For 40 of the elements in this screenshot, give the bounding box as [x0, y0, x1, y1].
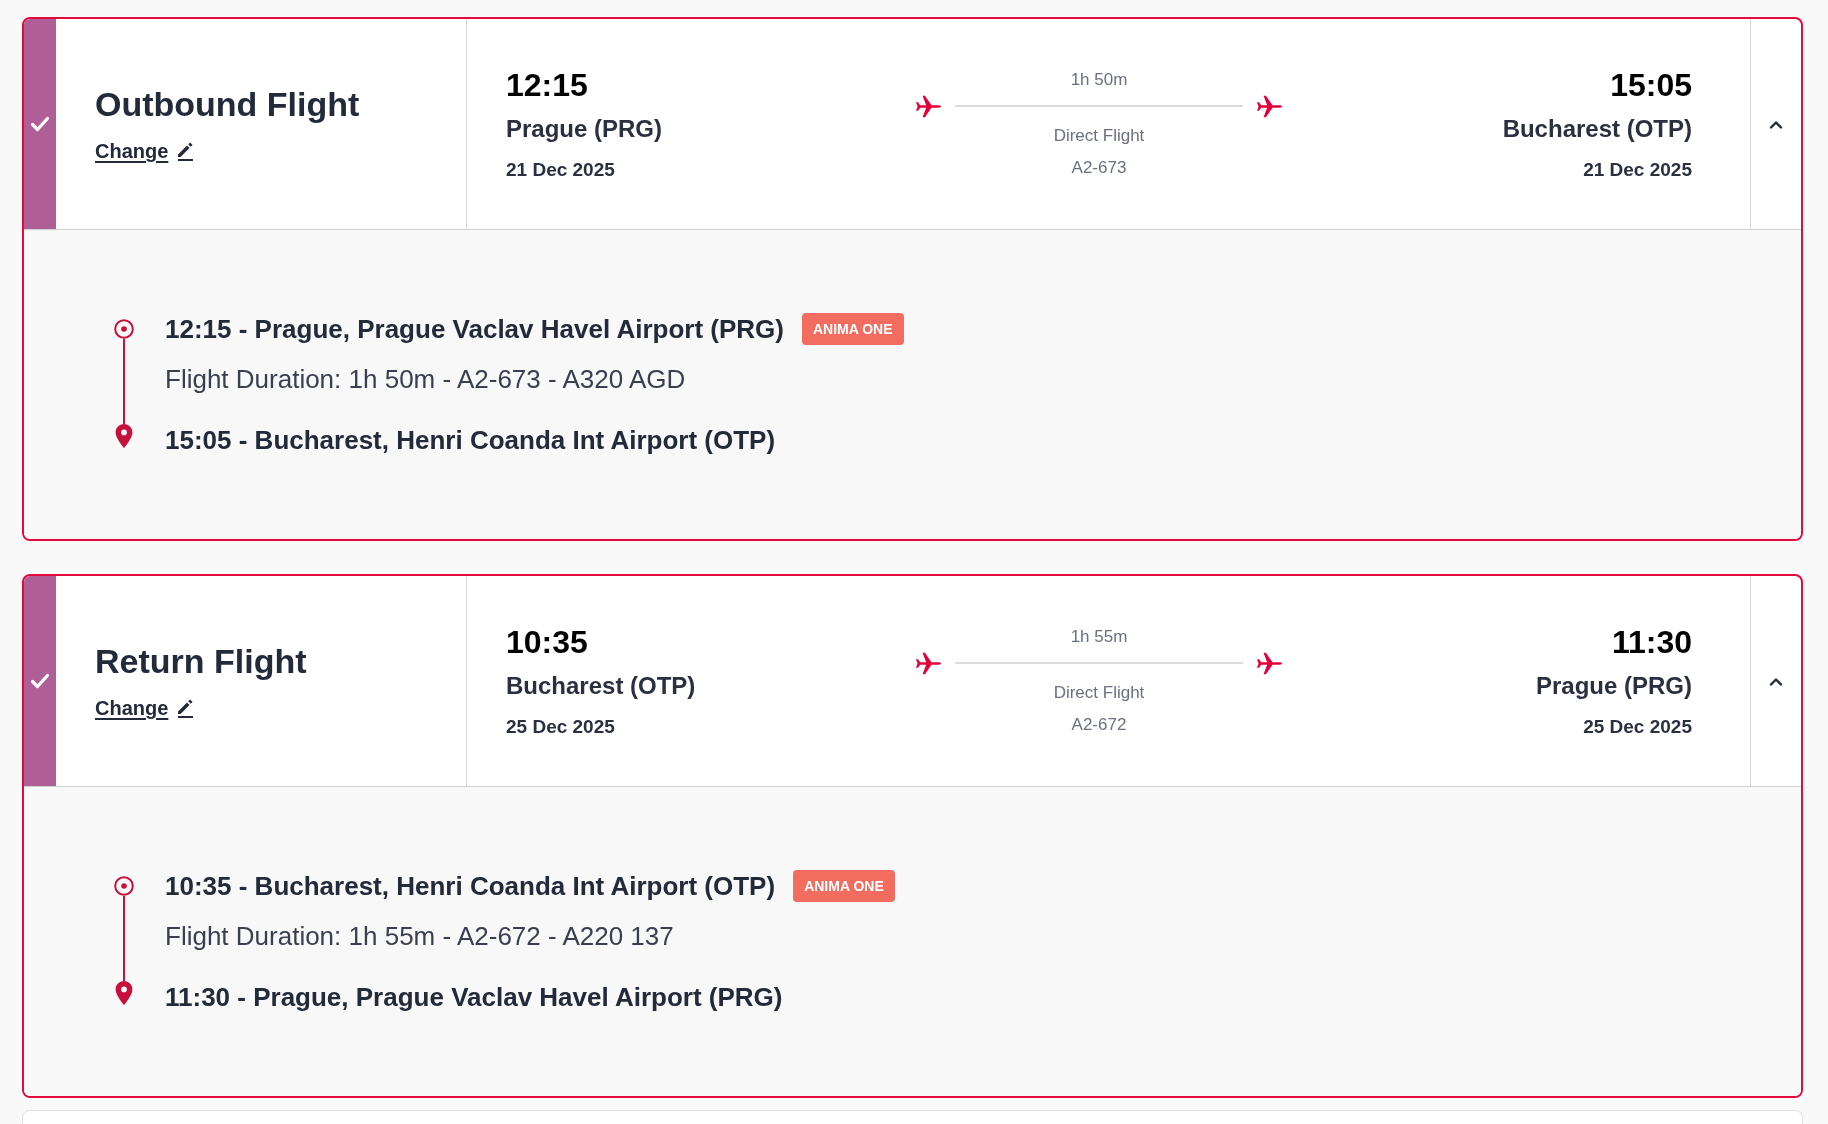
- stops-label: Direct Flight: [1053, 125, 1145, 147]
- departure-time: 12:15: [506, 66, 588, 104]
- origin-stop: 10:35 - Bucharest, Henri Coanda Int Airport (OTP): [165, 870, 776, 903]
- flight-duration: 1h 55m: [1070, 626, 1128, 648]
- airplane-icon: [1257, 93, 1282, 119]
- arrival-date: 25 Dec 2025: [1583, 715, 1692, 739]
- flight-info: Flight Duration: 1h 55m - A2-672 - A220 137: [165, 920, 674, 953]
- fare-badge: ANIMA ONE: [793, 870, 895, 902]
- change-link[interactable]: Change: [95, 695, 195, 721]
- flight-info: Flight Duration: 1h 50m - A2-673 - A320 AGD: [165, 363, 686, 396]
- departure-city: Prague (PRG): [506, 114, 663, 144]
- caret-up-icon[interactable]: [1769, 676, 1783, 686]
- arrival-city: Prague (PRG): [1535, 671, 1692, 701]
- arrival-city: Bucharest (OTP): [1502, 114, 1692, 144]
- departure-date: 25 Dec 2025: [506, 715, 615, 739]
- origin-stop: 12:15 - Prague, Prague Vaclav Havel Airport (PRG): [165, 313, 784, 346]
- arrival-date: 21 Dec 2025: [1583, 158, 1692, 182]
- departure-date: 21 Dec 2025: [506, 158, 615, 182]
- pencil-icon: [177, 698, 195, 718]
- flight-title: Return Flight: [95, 641, 307, 681]
- flight-number: A2-673: [1071, 157, 1127, 179]
- destination-stop: 11:30 - Prague, Prague Vaclav Havel Airport (PRG): [165, 981, 783, 1014]
- check-icon: [30, 673, 50, 689]
- flight-title: Outbound Flight: [95, 84, 360, 124]
- airplane-icon: [916, 650, 941, 676]
- destination-stop: 15:05 - Bucharest, Henri Coanda Int Airport (OTP): [165, 424, 776, 457]
- departure-time: 10:35: [506, 623, 588, 661]
- flight-duration: 1h 50m: [1070, 69, 1128, 91]
- arrival-time: 15:05: [1610, 66, 1692, 104]
- departure-city: Bucharest (OTP): [506, 671, 696, 701]
- arrival-time: 11:30: [1611, 623, 1692, 661]
- flight-number: A2-672: [1071, 714, 1127, 736]
- check-icon: [30, 116, 50, 132]
- change-link[interactable]: Change: [95, 138, 195, 164]
- stops-label: Direct Flight: [1053, 682, 1145, 704]
- airplane-icon: [916, 93, 941, 119]
- airplane-icon: [1257, 650, 1282, 676]
- pencil-icon: [177, 141, 195, 161]
- fare-badge: ANIMA ONE: [801, 313, 904, 345]
- caret-up-icon[interactable]: [1769, 119, 1783, 129]
